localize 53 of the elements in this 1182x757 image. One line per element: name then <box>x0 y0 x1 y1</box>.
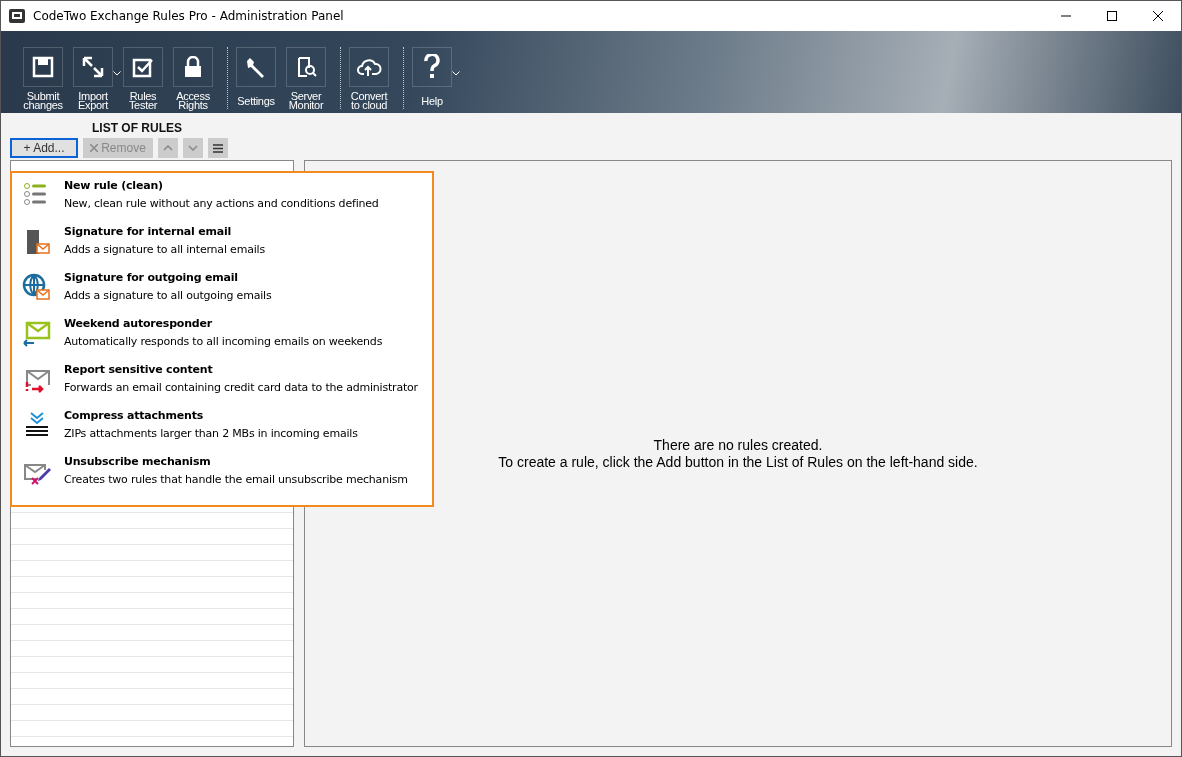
save-icon <box>32 56 54 78</box>
menu-button[interactable] <box>208 138 228 158</box>
lock-icon <box>184 56 202 78</box>
chevron-up-icon <box>163 145 173 151</box>
close-icon[interactable] <box>1153 11 1163 21</box>
menu-item-title[interactable]: Unsubscribe mechanism <box>64 453 408 471</box>
empty-message: There are no rules created. <box>653 436 823 454</box>
checkbox-icon <box>132 56 154 78</box>
toolbar-button[interactable] <box>349 47 389 87</box>
menu-item-description: New, clean rule without any actions and conditions defined <box>64 196 379 212</box>
empty-message: To create a rule, click the Add button in the List of Rules on the left-hand side. <box>498 453 978 471</box>
app-icon <box>9 9 25 23</box>
toolbar-button[interactable] <box>236 47 276 87</box>
toolbar-label[interactable]: Help <box>421 92 443 110</box>
menu-item-description: Automatically responds to all incoming emails on weekends <box>64 334 383 350</box>
cloud-upload-icon <box>356 56 382 78</box>
document-search-icon <box>295 56 317 78</box>
toolbar-label[interactable]: Submit changes <box>23 92 63 110</box>
toolbar-button[interactable] <box>23 47 63 87</box>
toolbar-label[interactable]: Convert to cloud <box>350 92 388 110</box>
menu-item-title[interactable]: Signature for outgoing email <box>64 269 272 287</box>
toolbar-label[interactable]: Rules Tester <box>128 92 158 110</box>
list-title: LIST OF RULES <box>91 120 183 137</box>
menu-item-description: Creates two rules that handle the email unsubscribe mechanism <box>64 472 408 488</box>
close-icon <box>90 144 99 152</box>
diagonal-arrows-icon <box>81 55 105 79</box>
globe-mail-icon <box>22 272 52 302</box>
menu-item-title[interactable]: Compress attachments <box>64 407 358 425</box>
window-title: CodeTwo Exchange Rules Pro - Administration Panel <box>33 9 345 23</box>
toolbar-button[interactable] <box>173 47 213 87</box>
menu-item-title[interactable]: New rule (clean) <box>64 177 379 195</box>
toolbar-button[interactable] <box>123 47 163 87</box>
toolbar-label[interactable]: Server Monitor <box>288 92 324 110</box>
help-icon <box>424 54 440 80</box>
toolbar-button[interactable] <box>286 47 326 87</box>
maximize-icon[interactable] <box>1107 11 1117 21</box>
menu-item-description: Forwards an email containing credit card data to the administrator <box>64 380 418 396</box>
menu-item-description: Adds a signature to all outgoing emails <box>64 288 272 304</box>
toolbar-button[interactable] <box>73 47 113 87</box>
chevron-down-icon <box>188 145 198 151</box>
toolbar-label[interactable]: Access Rights <box>176 92 210 110</box>
menu-item-description: ZIPs attachments larger than 2 MBs in incoming emails <box>64 426 358 442</box>
menu-item-description: Adds a signature to all internal emails <box>64 242 265 258</box>
toolbar-label[interactable]: Import Export <box>78 92 108 110</box>
caret-icon[interactable] <box>452 71 460 76</box>
caret-icon[interactable] <box>113 71 121 76</box>
add-button[interactable]: + Add... <box>10 138 78 158</box>
menu-icon <box>213 143 223 153</box>
menu-item-title[interactable]: Signature for internal email <box>64 223 265 241</box>
menu-item-title[interactable]: Weekend autoresponder <box>64 315 383 333</box>
menu-item-title[interactable]: Report sensitive content <box>64 361 418 379</box>
toolbar-label[interactable]: Settings <box>237 92 275 110</box>
toolbar-button[interactable] <box>412 47 452 87</box>
